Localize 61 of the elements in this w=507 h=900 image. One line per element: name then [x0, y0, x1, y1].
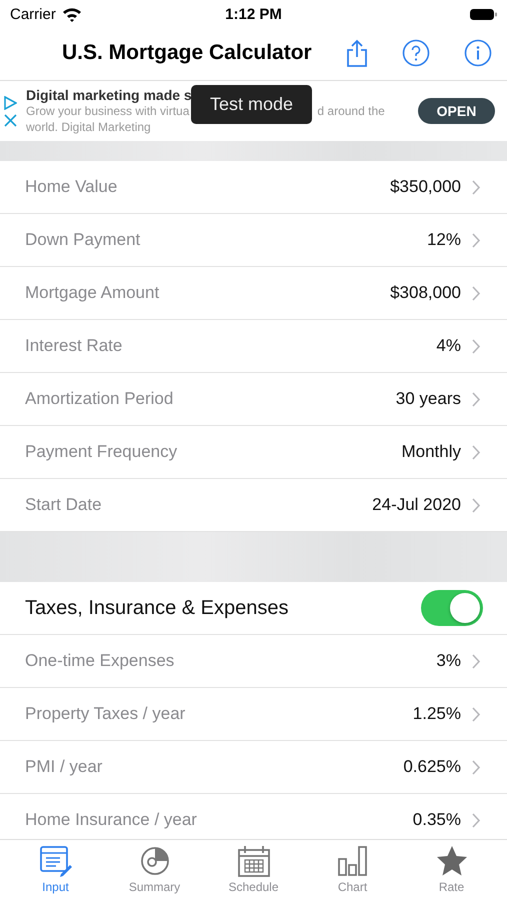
ad-choices-icon	[4, 96, 17, 110]
wifi-icon	[62, 6, 82, 22]
chevron-icon	[472, 286, 481, 300]
field-label: Start Date	[25, 495, 103, 515]
toggle-switch[interactable]	[421, 590, 483, 626]
field-label: PMI / year	[25, 757, 104, 777]
share-button[interactable]	[346, 39, 368, 67]
open-button[interactable]: OPEN	[418, 98, 495, 124]
chevron-icon	[472, 760, 481, 774]
field-label: Amortization Period	[25, 389, 174, 409]
chevron-icon	[472, 812, 481, 828]
field-label: Interest Rate	[25, 336, 124, 356]
field-label: Mortgage Amount	[25, 283, 160, 303]
ad-text: world. Digital Marketing	[26, 119, 151, 135]
field-value: 0.35%	[412, 810, 461, 830]
pie-chart-icon	[138, 845, 170, 877]
ad-close-icon	[4, 114, 17, 126]
field-value: $308,000	[390, 283, 461, 303]
app-title: U.S. Mortgage Calculator	[62, 41, 312, 65]
field-label: One-time Expenses	[25, 651, 176, 671]
star-icon	[436, 845, 468, 877]
help-button[interactable]	[402, 39, 430, 67]
field-value: 30 years	[396, 389, 461, 409]
chevron-icon	[472, 180, 481, 194]
toast-message: Test mode	[191, 85, 312, 124]
field-label: Down Payment	[25, 230, 142, 250]
field-value: 12%	[426, 230, 461, 250]
field-label: Property Taxes / year	[25, 704, 186, 724]
field-label: Home Insurance / year	[25, 810, 198, 830]
field-value: $350,000	[390, 177, 461, 197]
tab[interactable]: Schedule	[208, 840, 298, 900]
tab[interactable]: Rate	[406, 840, 496, 900]
notepad-pencil-icon	[38, 845, 72, 877]
field-value: 0.625%	[403, 757, 461, 777]
chevron-icon	[472, 498, 481, 512]
field-value: 1.25%	[412, 704, 461, 724]
info-button[interactable]	[464, 39, 492, 67]
field-value: Monthly	[401, 442, 461, 462]
field-value: 24-Jul 2020	[372, 495, 461, 515]
chevron-icon	[472, 338, 481, 354]
tab[interactable]: Input	[10, 840, 100, 900]
section-title: Taxes, Insurance & Expenses	[25, 596, 290, 620]
ad-text: Grow your business with virtua	[26, 103, 190, 119]
calendar-icon	[236, 845, 270, 877]
clock-time: 1:12 PM	[225, 6, 282, 22]
chevron-icon	[472, 444, 481, 460]
chevron-icon	[472, 654, 481, 668]
field-value: 4%	[436, 336, 461, 356]
tab[interactable]: Summary	[110, 840, 200, 900]
carrier-name: Carrier	[10, 6, 56, 22]
chevron-icon	[472, 392, 481, 406]
field-label: Payment Frequency	[25, 442, 178, 462]
ad-headline: Digital marketing made s	[26, 87, 193, 103]
battery-icon	[470, 8, 497, 20]
field-value: 3%	[436, 651, 461, 671]
ad-text: d around the	[317, 103, 385, 119]
chevron-icon	[472, 706, 481, 722]
tab[interactable]: Chart	[308, 840, 398, 900]
chevron-icon	[472, 232, 481, 248]
bar-chart-icon	[337, 845, 368, 877]
field-label: Home Value	[25, 177, 118, 197]
